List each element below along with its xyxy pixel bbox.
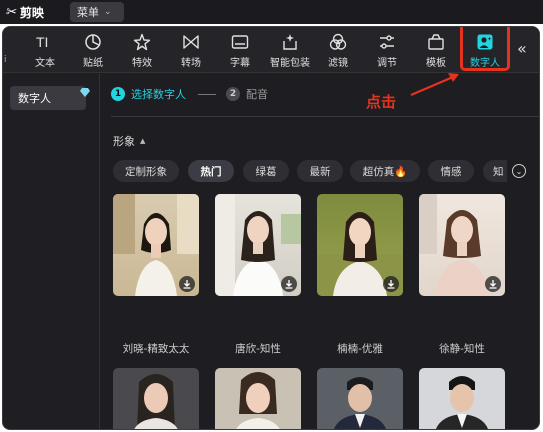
smart-package-icon	[280, 32, 300, 52]
avatar-card[interactable]	[215, 368, 301, 429]
chip-knowledge[interactable]: 知	[483, 160, 507, 182]
avatar-name: 徐静-知性	[439, 343, 485, 355]
avatar-card[interactable]	[113, 194, 199, 296]
main-panel: 1 选择数字人 2 配音 点击 形象 ▲ 定制形象 热门 绿葛 最新 超仿真🔥 …	[101, 73, 539, 429]
avatar-portrait	[436, 376, 488, 429]
tool-sticker[interactable]: 贴纸	[79, 27, 107, 73]
capcut-logo-icon: ✂	[4, 4, 18, 20]
highlight-box	[460, 27, 510, 71]
avatar-card[interactable]	[419, 194, 505, 296]
template-icon	[426, 32, 446, 52]
adjust-icon	[377, 32, 397, 52]
diamond-vip-icon	[80, 82, 90, 101]
divider	[111, 116, 539, 117]
sidebar-item-label: 数字人	[18, 92, 51, 105]
category-chips: 定制形象 热门 绿葛 最新 超仿真🔥 情感 知	[113, 160, 507, 182]
avatar-name: 楠楠-优雅	[337, 343, 383, 355]
tool-adjust[interactable]: 调节	[373, 27, 401, 73]
click-annotation: 点击	[366, 93, 397, 111]
avatar-portrait	[334, 377, 386, 429]
step-1-badge: 1	[111, 87, 125, 101]
subtitle-icon	[230, 32, 250, 52]
avatar-card[interactable]	[317, 194, 403, 296]
tool-effects[interactable]: 特效	[128, 27, 156, 73]
sidebar: 数字人	[3, 74, 100, 429]
toolbar-edge-marker: i	[4, 55, 7, 65]
avatar-name: 刘晓-精致太太	[122, 343, 190, 355]
sticker-icon	[83, 32, 103, 52]
menu-button[interactable]: 菜单 ⌄	[70, 2, 124, 22]
chevron-down-circle-icon[interactable]: ⌄	[512, 164, 526, 178]
transition-icon	[181, 32, 201, 52]
tool-smart-package[interactable]: 智能包装	[268, 27, 312, 73]
tool-filter[interactable]: 滤镜	[324, 27, 352, 73]
filter-icon	[328, 32, 348, 52]
download-icon[interactable]	[485, 276, 501, 292]
chip-custom[interactable]: 定制形象	[113, 160, 179, 182]
collapse-panel-icon[interactable]: «	[517, 39, 527, 58]
chip-ultra-real[interactable]: 超仿真🔥	[350, 160, 420, 182]
avatar-portrait	[134, 374, 178, 429]
avatar-card[interactable]	[419, 368, 505, 429]
svg-text:TI: TI	[36, 34, 48, 50]
annotation-arrow-icon	[410, 73, 459, 97]
avatar-card[interactable]	[113, 368, 199, 429]
tool-effects-label: 特效	[132, 57, 152, 69]
app-name: 剪映	[19, 5, 44, 20]
tool-filter-label: 滤镜	[328, 57, 348, 69]
tool-adjust-label: 调节	[377, 57, 397, 69]
tool-subtitle[interactable]: 字幕	[226, 27, 254, 73]
text-icon: TI	[35, 32, 55, 52]
sidebar-item-digital-human[interactable]: 数字人	[10, 86, 86, 110]
title-bar: ✂ 剪映 菜单 ⌄	[0, 0, 543, 24]
tool-smart-package-label: 智能包装	[270, 57, 310, 69]
app-logo: ✂ 剪映	[4, 3, 44, 21]
chevron-down-icon: ⌄	[104, 7, 112, 17]
chip-newest[interactable]: 最新	[297, 160, 343, 182]
avatar-card[interactable]	[317, 368, 403, 429]
chip-hot[interactable]: 热门	[188, 160, 234, 182]
section-header[interactable]: 形象 ▲	[113, 133, 145, 149]
avatar-name: 唐欣-知性	[235, 343, 281, 355]
download-icon[interactable]	[383, 276, 399, 292]
tool-sticker-label: 贴纸	[83, 57, 103, 69]
caret-up-icon: ▲	[140, 137, 146, 145]
step-indicator: 1 选择数字人 2 配音	[111, 85, 268, 103]
tool-transition-label: 转场	[181, 57, 201, 69]
tool-text[interactable]: TI 文本	[31, 27, 59, 73]
avatar-portrait	[236, 372, 280, 429]
menu-label: 菜单	[77, 6, 99, 19]
chip-green[interactable]: 绿葛	[243, 160, 289, 182]
step-1-label[interactable]: 选择数字人	[131, 86, 186, 102]
download-icon[interactable]	[179, 276, 195, 292]
tool-transition[interactable]: 转场	[177, 27, 205, 73]
effects-star-icon	[132, 32, 152, 52]
avatar-card[interactable]	[215, 194, 301, 296]
tool-text-label: 文本	[35, 57, 55, 69]
tool-subtitle-label: 字幕	[230, 57, 250, 69]
chip-emotion[interactable]: 情感	[428, 160, 474, 182]
section-title: 形象	[113, 135, 135, 148]
step-2-badge: 2	[226, 87, 240, 101]
step-connector	[198, 93, 216, 95]
main-window: i TI 文本 贴纸 特效 转场 字幕 智能包装 滤镜 调节 模板 数字人 « …	[2, 26, 540, 430]
download-icon[interactable]	[281, 276, 297, 292]
step-2-label[interactable]: 配音	[246, 86, 268, 102]
